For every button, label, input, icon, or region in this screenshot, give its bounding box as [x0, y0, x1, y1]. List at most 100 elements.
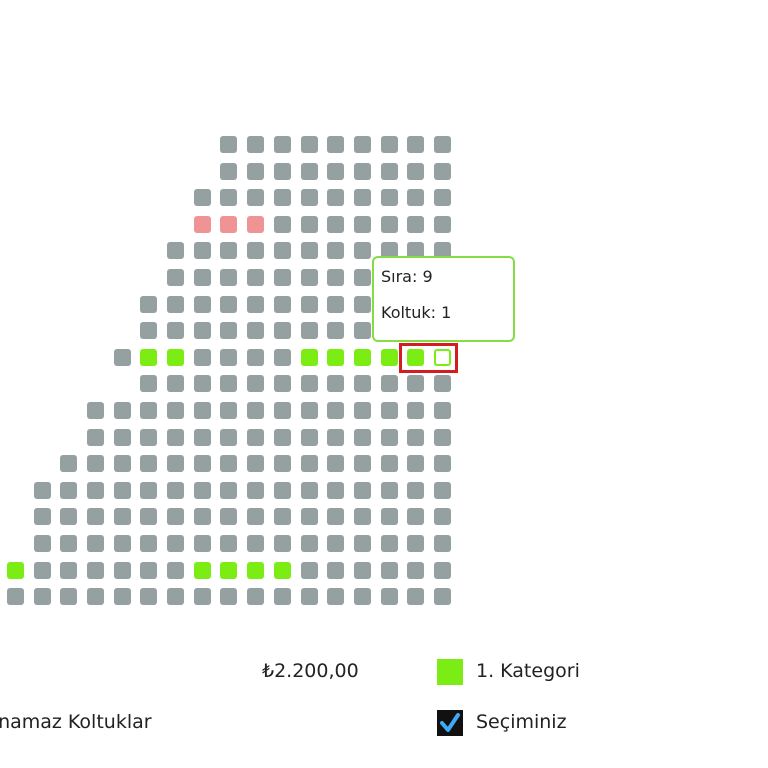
seat-unavailable: [220, 455, 237, 472]
seat-unavailable: [167, 242, 184, 259]
seat-unavailable: [354, 296, 371, 313]
seat-unavailable: [194, 535, 211, 552]
seat-unavailable: [354, 535, 371, 552]
seat-unavailable: [220, 429, 237, 446]
seat-unavailable: [247, 269, 264, 286]
seat-unavailable: [327, 482, 344, 499]
seat-unavailable: [381, 216, 398, 233]
seat-unavailable: [140, 455, 157, 472]
seat-unavailable: [301, 482, 318, 499]
seat-unavailable: [381, 455, 398, 472]
seat-unavailable: [327, 562, 344, 579]
seat-unavailable: [327, 375, 344, 392]
seat-unavailable: [60, 588, 77, 605]
seat-unavailable: [220, 375, 237, 392]
seat-unavailable: [167, 508, 184, 525]
seat-unavailable: [354, 269, 371, 286]
seat-unavailable: [247, 296, 264, 313]
seat-unavailable: [327, 402, 344, 419]
seat-available[interactable]: [354, 349, 371, 366]
seat-unavailable: [301, 429, 318, 446]
seat-unavailable: [247, 349, 264, 366]
seat-unavailable: [87, 429, 104, 446]
seat-available[interactable]: [381, 349, 398, 366]
seat-available[interactable]: [274, 562, 291, 579]
seat-unavailable: [60, 455, 77, 472]
seat-unavailable: [194, 482, 211, 499]
seat-unavailable: [34, 588, 51, 605]
seat-unavailable: [167, 455, 184, 472]
seat-available[interactable]: [140, 349, 157, 366]
seat-unavailable: [407, 163, 424, 180]
seat-unavailable: [167, 535, 184, 552]
seat-unavailable: [274, 535, 291, 552]
seat-unavailable: [407, 136, 424, 153]
seat-unavailable: [327, 269, 344, 286]
seat-available[interactable]: [220, 562, 237, 579]
seat-unavailable: [407, 535, 424, 552]
seat-available[interactable]: [7, 562, 24, 579]
seat-unavailable: [247, 189, 264, 206]
seat-unavailable: [327, 163, 344, 180]
seat-unavailable: [140, 588, 157, 605]
seat-unavailable: [60, 482, 77, 499]
seat-unavailable: [220, 296, 237, 313]
seat-unavailable: [327, 216, 344, 233]
seat-unavailable: [34, 508, 51, 525]
seat-unavailable: [247, 322, 264, 339]
seat-unavailable: [220, 482, 237, 499]
seat-unavailable: [220, 163, 237, 180]
seat-unavailable: [220, 322, 237, 339]
seat-unavailable: [327, 535, 344, 552]
seat-unavailable: [434, 482, 451, 499]
seat-unavailable: [140, 535, 157, 552]
seat-unavailable: [247, 508, 264, 525]
seat-unavailable: [167, 562, 184, 579]
seat-unavailable: [167, 269, 184, 286]
seat-unavailable: [301, 216, 318, 233]
seat-unavailable: [434, 429, 451, 446]
selection-legend-label: Seçiminiz: [476, 711, 567, 733]
seat-available[interactable]: [194, 562, 211, 579]
seat-unavailable: [274, 269, 291, 286]
seat-unavailable: [434, 535, 451, 552]
seat-unavailable: [354, 402, 371, 419]
seat-unavailable: [301, 535, 318, 552]
seat-unavailable: [274, 322, 291, 339]
seat-unavailable: [354, 136, 371, 153]
seat-unavailable: [167, 296, 184, 313]
seat-unavailable: [301, 508, 318, 525]
tooltip-row-text: Sıra: 9: [381, 267, 433, 286]
seat-unavailable: [354, 163, 371, 180]
seat-unavailable: [354, 216, 371, 233]
seat-unavailable: [114, 508, 131, 525]
seat-available[interactable]: [247, 562, 264, 579]
seat-unavailable: [34, 535, 51, 552]
seat-unavailable: [114, 482, 131, 499]
seat-unavailable: [434, 136, 451, 153]
seat-unavailable: [194, 269, 211, 286]
seat-unavailable: [220, 402, 237, 419]
seat-unavailable: [381, 508, 398, 525]
seat-unavailable: [434, 216, 451, 233]
seat-available[interactable]: [301, 349, 318, 366]
seat-unavailable: [87, 588, 104, 605]
seat-unavailable: [87, 562, 104, 579]
unavailable-legend-text: Satın Alınamaz Koltuklar: [0, 711, 152, 733]
seat-reserved: [220, 216, 237, 233]
seat-unavailable: [194, 375, 211, 392]
seat-unavailable: [220, 535, 237, 552]
seat-unavailable: [327, 322, 344, 339]
seat-unavailable: [247, 535, 264, 552]
seat-unavailable: [167, 429, 184, 446]
seat-available[interactable]: [327, 349, 344, 366]
seat-unavailable: [140, 482, 157, 499]
seat-unavailable: [274, 189, 291, 206]
seat-unavailable: [194, 508, 211, 525]
checkmark-glyph: [440, 713, 460, 732]
seat-selection-view: Sıra: 9 Koltuk: 1 ₺2.200,00 1. Kategori …: [0, 0, 768, 768]
seat-unavailable: [167, 375, 184, 392]
seat-unavailable: [7, 588, 24, 605]
seat-available[interactable]: [167, 349, 184, 366]
seat-unavailable: [381, 375, 398, 392]
